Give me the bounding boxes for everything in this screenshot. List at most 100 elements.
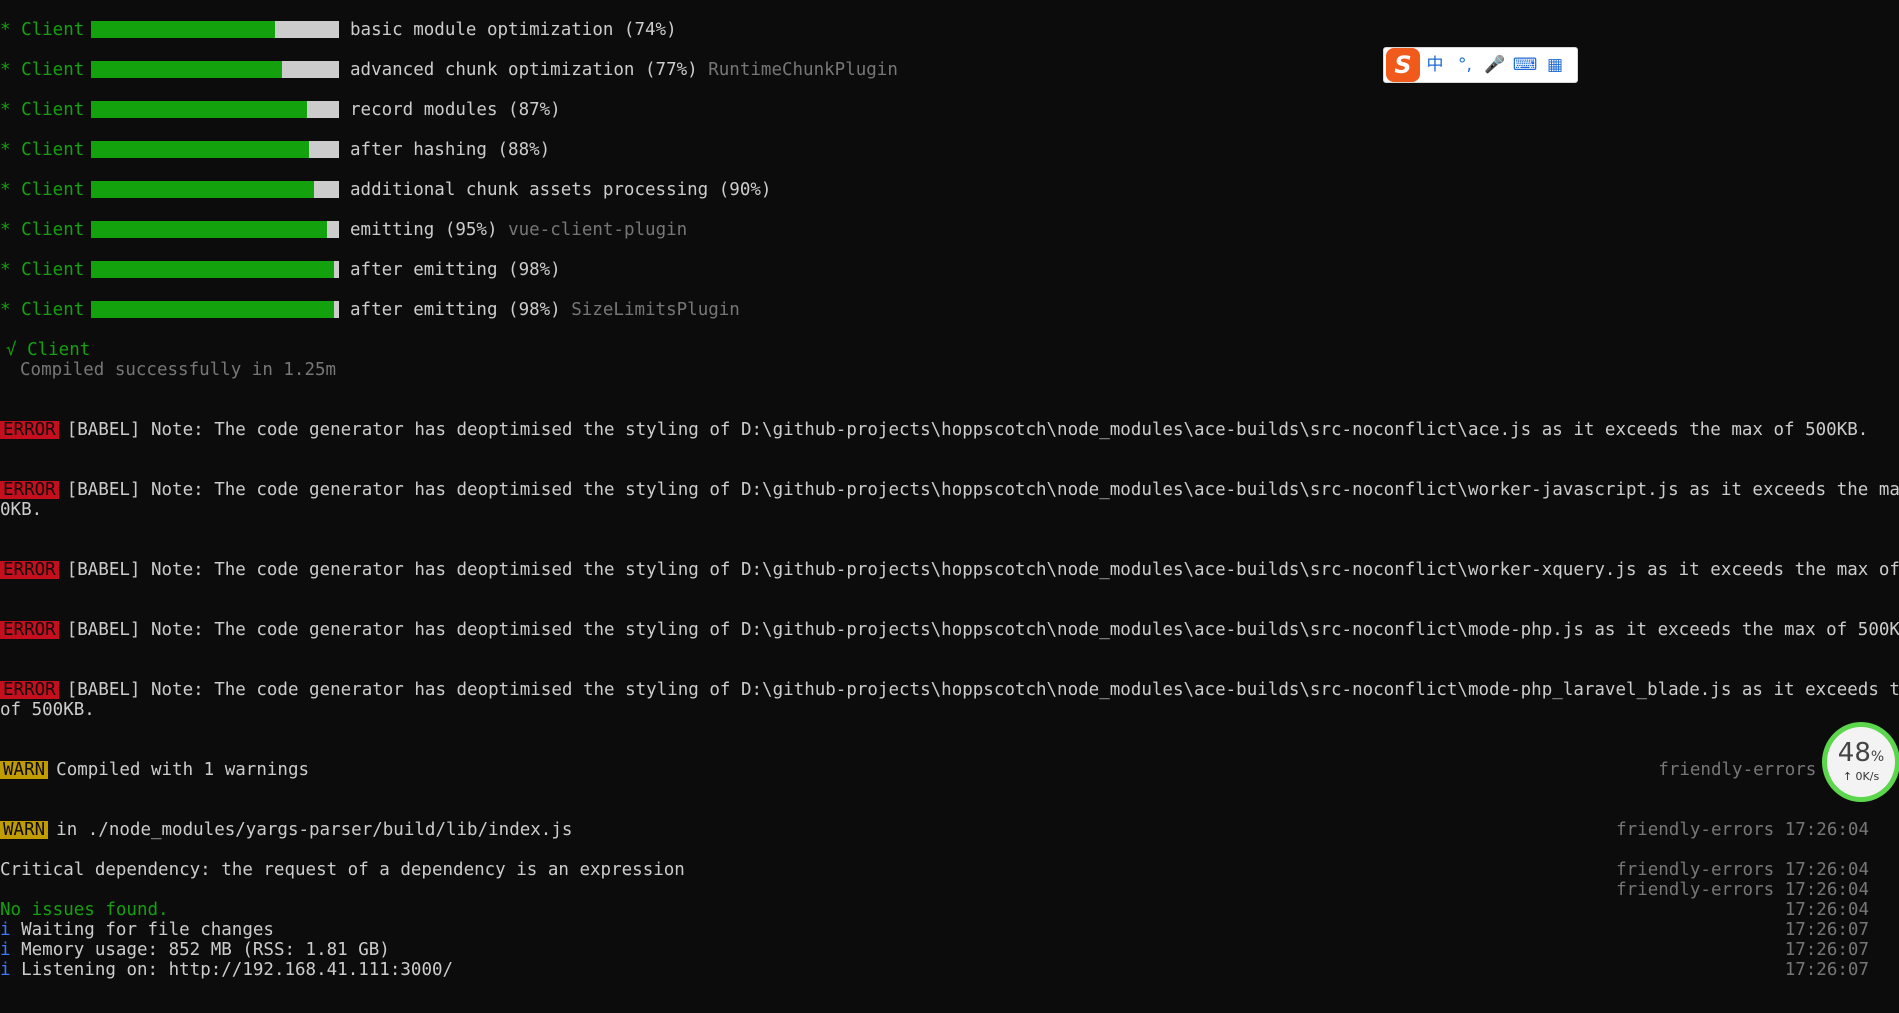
ime-toolbar[interactable]: S 中 °, 🎤 ⌨ ▦: [1383, 47, 1578, 83]
progress-line: * Client emitting (95%) vue-client-plugin: [0, 220, 1899, 240]
speed-percent-unit: %: [1870, 749, 1885, 765]
log-text: Memory usage: 852 MB (RSS: 1.81 GB): [10, 940, 390, 960]
progress-line: * Client advanced chunk optimization (77%…: [0, 60, 1899, 80]
error-message-continuation: of 500KB.: [0, 700, 95, 720]
progress-plugin-name: vue-client-plugin: [508, 220, 688, 240]
error-message: [BABEL] Note: The code generator has deo…: [66, 620, 1899, 640]
error-badge: ERROR: [0, 481, 59, 499]
warn-badge: WARN: [0, 761, 49, 779]
progress-step-text: additional chunk assets processing (90%): [350, 180, 772, 200]
progress-step-text: after emitting (98%): [350, 260, 561, 280]
progress-step-text: after hashing (88%): [350, 140, 551, 160]
error-badge: ERROR: [0, 561, 59, 579]
progress-line: * Client basic module optimization (74%): [0, 20, 1899, 40]
progress-bar: [91, 301, 339, 318]
error-line: ERROR [BABEL] Note: The code generator ha…: [0, 620, 1899, 640]
error-message: [BABEL] Note: The code generator has deo…: [66, 680, 1899, 700]
progress-bar: [91, 181, 339, 198]
log-text: No issues found.: [0, 900, 169, 920]
error-line: ERROR [BABEL] Note: The code generator ha…: [0, 480, 1899, 500]
progress-bar-fill: [91, 141, 310, 158]
progress-client-label: * Client: [0, 60, 85, 80]
speed-rate: ↑ 0K/s: [1842, 770, 1880, 783]
progress-client-label: * Client: [0, 100, 85, 120]
error-line: ERROR [BABEL] Note: The code generator ha…: [0, 560, 1899, 580]
progress-bar-fill: [91, 101, 307, 118]
progress-bar-fill: [91, 21, 275, 38]
log-source: 17:26:07: [1784, 960, 1869, 980]
network-speed-widget[interactable]: 48% ↑ 0K/s: [1822, 722, 1899, 802]
log-source: 17:26:07: [1784, 940, 1869, 960]
progress-bar: [91, 61, 339, 78]
progress-line: * Client additional chunk assets processi…: [0, 180, 1899, 200]
progress-client-label: * Client: [0, 140, 85, 160]
progress-bar-fill: [91, 61, 282, 78]
progress-step-text: after emitting (98%): [350, 300, 561, 320]
progress-bar-fill: [91, 221, 327, 238]
progress-plugin-name: RuntimeChunkPlugin: [708, 60, 898, 80]
progress-bar: [91, 261, 339, 278]
progress-client-label: * Client: [0, 220, 85, 240]
error-badge: ERROR: [0, 681, 59, 699]
progress-bar: [91, 21, 339, 38]
log-line: friendly-errors 17:26:04: [0, 880, 1899, 900]
log-source: friendly-errors 17:26:04: [1616, 880, 1869, 900]
sogou-logo-icon[interactable]: S: [1386, 48, 1420, 82]
log-line: i Listening on: http://192.168.41.111:30…: [0, 960, 1899, 980]
progress-bar-fill: [91, 261, 335, 278]
warn-badge: WARN: [0, 821, 49, 839]
log-text: Listening on: http://192.168.41.111:3000…: [10, 960, 454, 980]
speed-percent: 48: [1837, 738, 1871, 768]
warn-source: friendly-errors 17:26:04: [1616, 820, 1869, 840]
compile-success-label: √ Client: [6, 340, 91, 360]
progress-client-label: * Client: [0, 260, 85, 280]
error-badge: ERROR: [0, 621, 59, 639]
log-line: i Memory usage: 852 MB (RSS: 1.81 GB) 17:…: [0, 940, 1899, 960]
progress-bar: [91, 221, 339, 238]
progress-step-text: basic module optimization (74%): [350, 20, 677, 40]
progress-step-text: emitting (95%): [350, 220, 498, 240]
error-message-continuation: 0KB.: [0, 500, 43, 520]
log-source: 17:26:07: [1784, 920, 1869, 940]
progress-line: * Client after emitting (98%): [0, 260, 1899, 280]
progress-bar: [91, 101, 339, 118]
ime-toolbox-icon[interactable]: ▦: [1540, 48, 1570, 82]
error-line: ERROR [BABEL] Note: The code generator ha…: [0, 420, 1868, 440]
progress-bar: [91, 141, 339, 158]
error-message: [BABEL] Note: The code generator has deo…: [66, 420, 1869, 440]
progress-line: * Client record modules (87%): [0, 100, 1899, 120]
progress-line: * Client after hashing (88%): [0, 140, 1899, 160]
log-text: Critical dependency: the request of a de…: [0, 860, 685, 880]
log-line: No issues found. 17:26:04: [0, 900, 1899, 920]
log-source: 17:26:04: [1784, 900, 1869, 920]
progress-client-label: * Client: [0, 300, 85, 320]
warn-line: WARN Compiled with 1 warnings friendly-err…: [0, 760, 1899, 780]
compile-success-message: Compiled successfully in 1.25m: [20, 360, 337, 380]
log-source: friendly-errors 17:26:04: [1616, 860, 1869, 880]
info-prefix: i: [0, 920, 11, 940]
progress-bar-fill: [91, 301, 335, 318]
error-badge: ERROR: [0, 421, 59, 439]
progress-line: * Client after emitting (98%) SizeLimitsP…: [0, 300, 1899, 320]
ime-keyboard-icon[interactable]: ⌨: [1510, 48, 1540, 82]
progress-plugin-name: SizeLimitsPlugin: [571, 300, 740, 320]
ime-punctuation-button[interactable]: °,: [1450, 48, 1480, 82]
warn-line: WARN in ./node_modules/yargs-parser/build…: [0, 820, 1899, 840]
log-text: Waiting for file changes: [10, 920, 274, 940]
info-prefix: i: [0, 940, 11, 960]
ime-voice-icon[interactable]: 🎤: [1480, 48, 1510, 82]
error-message: [BABEL] Note: The code generator has deo…: [66, 480, 1899, 500]
progress-client-label: * Client: [0, 180, 85, 200]
progress-client-label: * Client: [0, 20, 85, 40]
log-line: i Waiting for file changes 17:26:07: [0, 920, 1899, 940]
error-line: ERROR [BABEL] Note: The code generator ha…: [0, 680, 1899, 700]
progress-step-text: record modules (87%): [350, 100, 561, 120]
warn-message: Compiled with 1 warnings: [56, 760, 310, 780]
progress-step-text: advanced chunk optimization (77%): [350, 60, 698, 80]
ime-chinese-mode-button[interactable]: 中: [1420, 48, 1450, 82]
warn-message: in ./node_modules/yargs-parser/build/lib…: [56, 820, 573, 840]
error-message: [BABEL] Note: The code generator has deo…: [66, 560, 1899, 580]
info-prefix: i: [0, 960, 11, 980]
log-line: Critical dependency: the request of a de…: [0, 860, 1899, 880]
progress-bar-fill: [91, 181, 315, 198]
